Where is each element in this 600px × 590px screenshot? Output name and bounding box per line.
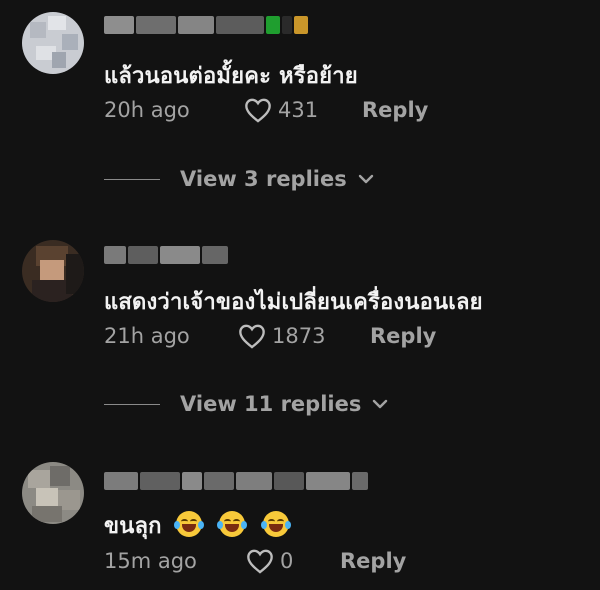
timestamp: 20h ago: [104, 98, 190, 122]
like-count: 431: [278, 98, 319, 122]
like-count: 0: [280, 549, 294, 573]
comment-text: ขนลุก: [104, 508, 292, 543]
username-blurred[interactable]: [104, 14, 308, 36]
comment-text: แสดงว่าเจ้าของไม่เปลี่ยนเครื่องนอนเลย: [104, 290, 483, 315]
reply-button[interactable]: Reply: [370, 324, 436, 348]
heart-outline-icon: [245, 98, 271, 123]
divider: [104, 403, 160, 405]
like-button[interactable]: 431: [244, 97, 362, 123]
view-replies-button[interactable]: View 3 replies: [104, 164, 375, 194]
like-count: 1873: [272, 324, 326, 348]
divider: [104, 178, 160, 180]
chevron-down-icon: [358, 174, 373, 184]
chevron-down-icon: [373, 399, 388, 409]
comment-meta: 21h ago 1873 Reply: [104, 321, 436, 351]
view-replies-button[interactable]: View 11 replies: [104, 389, 389, 419]
reply-button[interactable]: Reply: [362, 98, 428, 122]
avatar[interactable]: [22, 462, 84, 524]
like-button[interactable]: 1873: [238, 323, 370, 349]
reply-button[interactable]: Reply: [340, 549, 406, 573]
username-blurred[interactable]: [104, 470, 368, 492]
face-with-tears-of-joy-emoji: [261, 511, 292, 537]
view-replies-label: View 3 replies: [180, 167, 347, 191]
comment-text: แล้วนอนต่อมั้ยคะ หรือย้าย: [104, 64, 358, 89]
timestamp: 15m ago: [104, 549, 197, 573]
timestamp: 21h ago: [104, 324, 190, 348]
username-blurred[interactable]: [104, 244, 228, 266]
avatar[interactable]: [22, 240, 84, 302]
comment-text-content: ขนลุก: [104, 514, 162, 539]
view-replies-label: View 11 replies: [180, 392, 362, 416]
avatar[interactable]: [22, 12, 84, 74]
comment-meta: 15m ago 0 Reply: [104, 546, 406, 576]
heart-outline-icon: [247, 549, 273, 574]
face-with-tears-of-joy-emoji: [217, 511, 248, 537]
heart-outline-icon: [239, 324, 265, 349]
face-with-tears-of-joy-emoji: [173, 511, 204, 537]
comment-meta: 20h ago 431 Reply: [104, 95, 428, 125]
like-button[interactable]: 0: [246, 548, 340, 574]
